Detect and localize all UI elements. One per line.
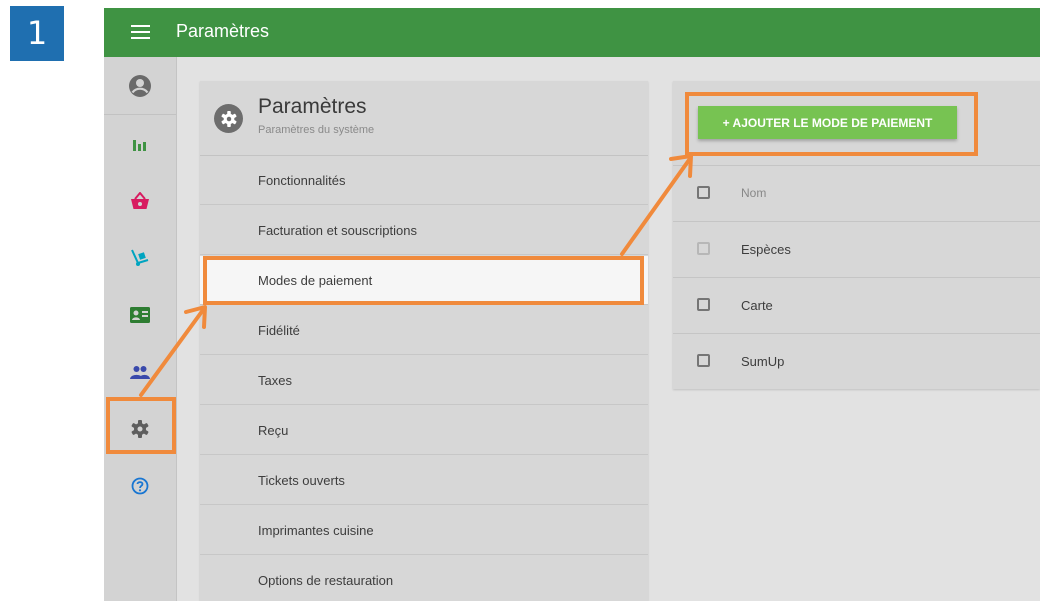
settings-menu-item-label: Facturation et souscriptions	[258, 223, 417, 238]
sidebar-item-customers[interactable]	[104, 343, 176, 400]
settings-menu-item-label: Reçu	[258, 423, 289, 438]
bar-chart-icon	[133, 139, 146, 151]
settings-menu-item[interactable]: Imprimantes cuisine	[200, 506, 648, 555]
settings-panel-subtitle: Paramètres du système	[258, 124, 375, 136]
settings-panel-header: Paramètres Paramètres du système	[200, 81, 648, 156]
payment-type-name: SumUp	[741, 354, 785, 369]
table-header-row: Nom	[673, 165, 1040, 221]
settings-menu-item-label: Modes de paiement	[258, 273, 373, 288]
table-row[interactable]: Carte	[673, 277, 1040, 333]
settings-menu-item[interactable]: Facturation et souscriptions	[200, 206, 648, 255]
top-bar-title: Paramètres	[176, 21, 270, 41]
settings-panel-title: Paramètres	[258, 95, 367, 118]
sidebar-item-help[interactable]	[104, 457, 176, 514]
column-header-name: Nom	[741, 186, 767, 200]
payment-type-name: Espèces	[741, 242, 791, 257]
sidebar-item-items[interactable]	[104, 172, 176, 229]
payment-types-panel: + AJOUTER LE MODE DE PAIEMENT Nom Espèce…	[673, 81, 1040, 389]
sidebar-item-reports[interactable]	[104, 115, 176, 172]
settings-menu-item[interactable]: Fonctionnalités	[200, 156, 648, 205]
settings-menu-item[interactable]: Tickets ouverts	[200, 456, 648, 505]
settings-panel: Paramètres Paramètres du système Fonctio…	[200, 81, 648, 601]
row-checkbox[interactable]	[697, 298, 710, 311]
basket-icon	[131, 191, 149, 209]
settings-menu-item-label: Taxes	[258, 373, 292, 388]
sidebar-item-avatar[interactable]	[104, 57, 176, 115]
top-app-bar: Paramètres	[104, 8, 1040, 57]
settings-menu-item-selected[interactable]: Modes de paiement	[200, 256, 648, 305]
settings-menu-item-label: Options de restauration	[258, 573, 394, 588]
help-icon	[131, 477, 149, 494]
people-icon	[130, 365, 150, 379]
app-window: Paramètres Paramètres Paramètres du syst…	[104, 8, 1040, 601]
hand-truck-icon	[131, 249, 149, 266]
settings-menu-item-label: Tickets ouverts	[258, 473, 345, 488]
settings-menu-item[interactable]: Reçu	[200, 406, 648, 455]
table-row[interactable]: Espèces	[673, 221, 1040, 277]
add-payment-type-button[interactable]: + AJOUTER LE MODE DE PAIEMENT	[698, 106, 957, 139]
settings-gear-icon	[214, 104, 243, 133]
hamburger-menu-icon[interactable]	[131, 24, 150, 40]
select-all-checkbox[interactable]	[697, 186, 710, 199]
payment-type-name: Carte	[741, 298, 773, 313]
settings-menu-item[interactable]: Fidélité	[200, 306, 648, 355]
badge-icon	[130, 306, 150, 323]
account-circle-icon	[129, 74, 151, 97]
settings-menu-item-label: Fidélité	[258, 323, 300, 338]
sidebar-item-inventory[interactable]	[104, 229, 176, 286]
settings-menu-item[interactable]: Options de restauration	[200, 556, 648, 601]
settings-menu-item[interactable]: Taxes	[200, 356, 648, 405]
sidebar-item-settings[interactable]	[104, 400, 176, 457]
row-checkbox[interactable]	[697, 354, 710, 367]
sidebar	[104, 57, 177, 601]
sidebar-item-employees[interactable]	[104, 286, 176, 343]
row-checkbox	[697, 242, 710, 255]
gear-icon	[131, 419, 149, 438]
step-number-badge: 1	[10, 6, 64, 61]
settings-menu-item-label: Imprimantes cuisine	[258, 523, 374, 538]
table-row[interactable]: SumUp	[673, 333, 1040, 389]
settings-menu-item-label: Fonctionnalités	[258, 173, 346, 188]
